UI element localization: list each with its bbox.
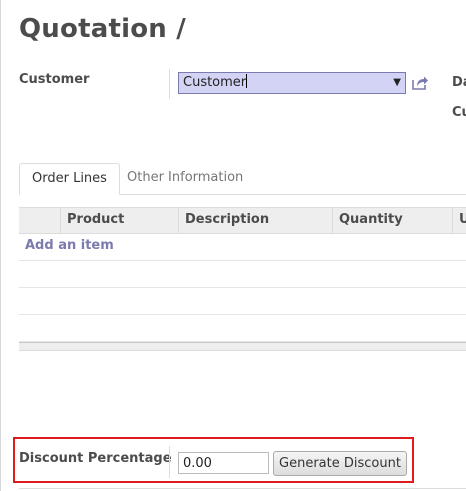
- field-divider: [169, 446, 170, 478]
- secondary-field-label: Cu: [452, 105, 466, 120]
- table-row: [19, 315, 466, 342]
- field-divider: [169, 69, 170, 99]
- column-header-quantity[interactable]: Quantity: [332, 208, 452, 233]
- customer-label: Customer: [19, 72, 90, 87]
- table-footer: [19, 342, 466, 351]
- form-sheet: Quotation / Customer Customer ▼ Da Cu Or…: [0, 0, 466, 491]
- column-header-product[interactable]: Product: [60, 208, 178, 233]
- table-row: [19, 261, 466, 288]
- text-cursor: [246, 74, 248, 88]
- add-item-link[interactable]: Add an item: [25, 238, 114, 253]
- date-label: Da: [452, 75, 466, 90]
- table-header: Product Description Quantity U: [19, 207, 466, 234]
- section-divider: [19, 488, 466, 489]
- column-header-description[interactable]: Description: [178, 208, 332, 233]
- page-title: Quotation /: [19, 14, 186, 44]
- discount-percentage-label: Discount Percentage: [19, 451, 172, 466]
- generate-discount-button[interactable]: Generate Discount: [273, 451, 407, 476]
- column-header-unit[interactable]: U: [452, 208, 466, 233]
- discount-percentage-input[interactable]: [178, 452, 269, 474]
- external-link-icon[interactable]: [411, 75, 429, 91]
- table-row: [19, 288, 466, 315]
- dropdown-caret-icon[interactable]: ▼: [393, 73, 401, 93]
- table-row: Add an item: [19, 234, 466, 261]
- customer-select-value: Customer: [183, 75, 247, 90]
- order-lines-table: Product Description Quantity U Add an it…: [19, 207, 466, 351]
- customer-select[interactable]: Customer ▼: [178, 72, 406, 94]
- tab-other-information[interactable]: Other Information: [115, 163, 255, 195]
- tab-order-lines[interactable]: Order Lines: [19, 163, 120, 195]
